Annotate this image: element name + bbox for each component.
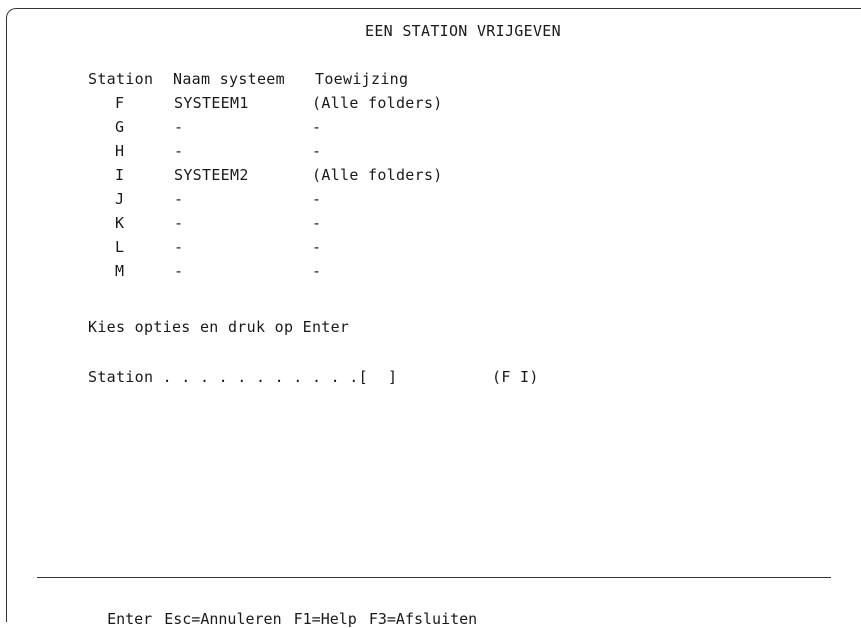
station-field-label: Station . . . . . . . . . . .[ bbox=[88, 368, 368, 386]
table-row: H-- bbox=[0, 142, 600, 166]
assignment: - bbox=[312, 142, 322, 160]
table-row: I SYSTEEM2 (Alle folders) bbox=[0, 166, 600, 190]
station-letter: L bbox=[115, 238, 125, 256]
system-name: - bbox=[174, 190, 184, 208]
assignment: (Alle folders) bbox=[312, 94, 443, 112]
table-row: K-- bbox=[0, 214, 600, 238]
station-input[interactable] bbox=[372, 368, 402, 386]
system-name: - bbox=[174, 238, 184, 256]
system-name: - bbox=[174, 118, 184, 136]
assignment: (Alle folders) bbox=[312, 166, 443, 184]
footer-divider bbox=[37, 577, 831, 578]
station-field-bracket-close: ] bbox=[388, 368, 398, 386]
column-header-station: Station bbox=[88, 70, 154, 88]
assignment: - bbox=[312, 262, 322, 280]
assignment: - bbox=[312, 214, 322, 232]
system-name: - bbox=[174, 262, 184, 280]
station-letter: I bbox=[115, 166, 125, 184]
table-row: G-- bbox=[0, 118, 600, 142]
table-row: M-- bbox=[0, 262, 600, 286]
system-name: SYSTEEM2 bbox=[174, 166, 249, 184]
system-name: - bbox=[174, 214, 184, 232]
system-name: - bbox=[174, 142, 184, 160]
fkey-cancel[interactable]: Esc=Annuleren bbox=[164, 610, 281, 628]
table-row: L-- bbox=[0, 238, 600, 262]
column-header-system-name: Naam systeem bbox=[173, 70, 285, 88]
fkey-exit[interactable]: F3=Afsluiten bbox=[369, 610, 477, 628]
column-header-assignment: Toewijzing bbox=[315, 70, 409, 88]
instruction-prompt: Kies opties en druk op Enter bbox=[88, 318, 350, 336]
station-letter: H bbox=[115, 142, 125, 160]
fkey-help[interactable]: F1=Help bbox=[294, 610, 357, 628]
station-letter: G bbox=[115, 118, 125, 136]
assignment: - bbox=[312, 238, 322, 256]
fkey-enter[interactable]: Enter bbox=[107, 610, 152, 628]
table-row: J-- bbox=[0, 190, 600, 214]
function-key-bar: Enter Esc=Annuleren F1=Help F3=Afsluiten bbox=[89, 592, 489, 628]
station-letter: F bbox=[115, 94, 125, 112]
station-field-hint: (F I) bbox=[492, 368, 539, 386]
system-name: SYSTEEM1 bbox=[174, 94, 249, 112]
assignment: - bbox=[312, 190, 322, 208]
screen-title: EEN STATION VRIJGEVEN bbox=[365, 22, 561, 40]
station-letter: K bbox=[115, 214, 125, 232]
table-row: F SYSTEEM1 (Alle folders) bbox=[0, 94, 600, 118]
station-letter: J bbox=[115, 190, 125, 208]
assignment: - bbox=[312, 118, 322, 136]
station-letter: M bbox=[115, 262, 125, 280]
